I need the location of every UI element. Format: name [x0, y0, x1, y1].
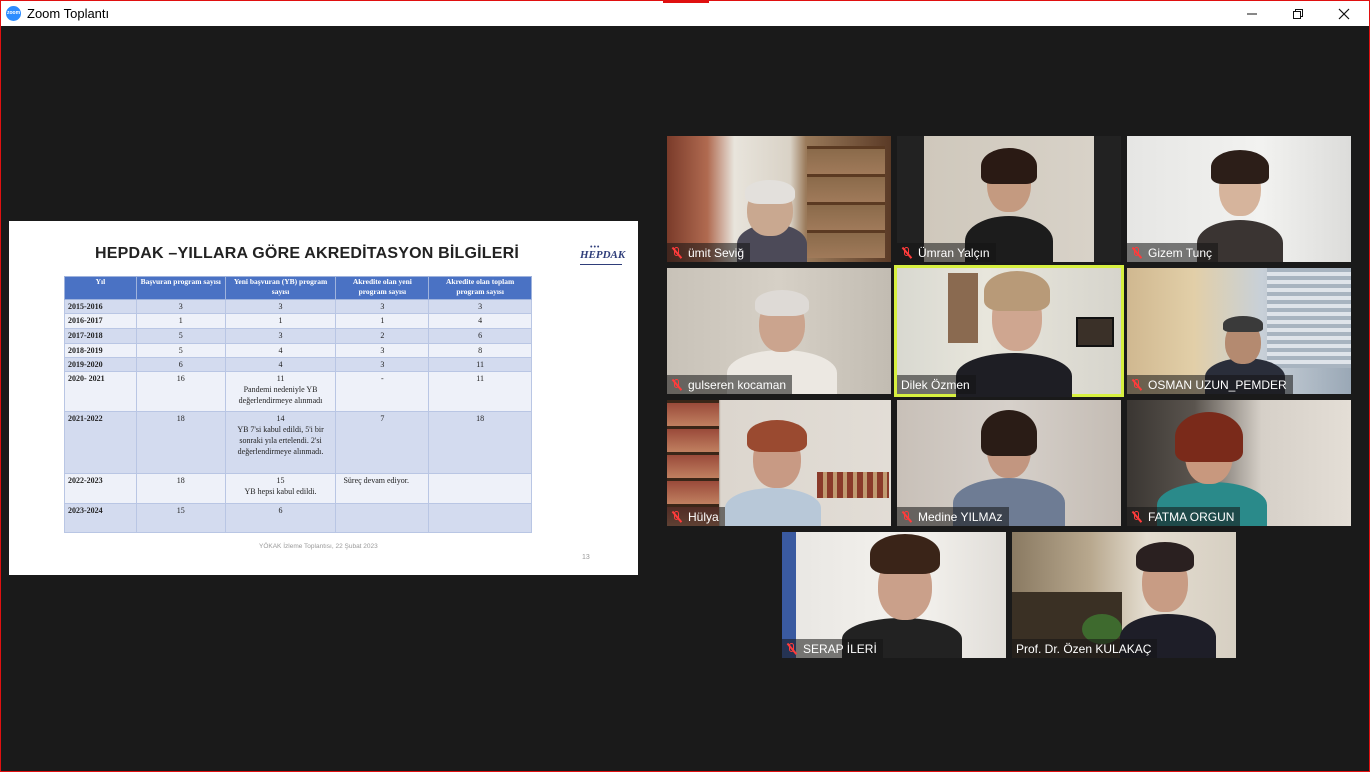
participant-tile[interactable]: SERAP İLERİ — [782, 532, 1006, 658]
column-header: Yıl — [64, 276, 137, 300]
muted-microphone-icon — [901, 246, 913, 259]
table-header-row: Yıl Başvuran program sayısı Yeni başvura… — [64, 276, 532, 300]
muted-microphone-icon — [671, 510, 683, 523]
muted-microphone-icon — [671, 246, 683, 259]
hepdak-logo: ••• HEPDAK — [580, 243, 625, 269]
muted-microphone-icon — [671, 378, 683, 391]
column-header: Yeni başvuran (YB) program sayısı — [224, 276, 337, 300]
participant-name-label: Ümran Yalçın — [897, 243, 996, 262]
table-row: 2022-2023 18 15 YB hepsi kabul edildi. S… — [64, 473, 532, 504]
column-header: Başvuran program sayısı — [135, 276, 226, 300]
close-button[interactable] — [1321, 1, 1367, 26]
participant-name-label: gulseren kocaman — [667, 375, 793, 394]
muted-microphone-icon — [901, 510, 913, 523]
table-row: 2023-2024 15 6 — [64, 503, 532, 533]
restore-icon — [1293, 8, 1303, 19]
participant-tile[interactable]: Prof. Dr. Özen KULAKAÇ — [1012, 532, 1236, 658]
participant-name-label: OSMAN UZUN_PEMDER — [1127, 375, 1293, 394]
restore-button[interactable] — [1275, 1, 1321, 26]
participant-name-label: Medine YILMAz — [897, 507, 1009, 526]
close-icon — [1338, 8, 1350, 19]
participant-name-label: FATMA ORGUN — [1127, 507, 1241, 526]
participant-name-label: Prof. Dr. Özen KULAKAÇ — [1012, 639, 1158, 658]
participant-tile[interactable]: OSMAN UZUN_PEMDER — [1127, 268, 1351, 394]
slide-page-number: 13 — [582, 554, 590, 561]
minimize-icon — [1247, 13, 1257, 14]
participant-name-label: Gizem Tunç — [1127, 243, 1219, 262]
column-header: Akredite olan toplam program sayısı — [428, 276, 532, 300]
table-row: 2019-2020 6 4 3 11 — [64, 357, 532, 372]
participant-tile[interactable]: FATMA ORGUN — [1127, 400, 1351, 526]
muted-microphone-icon — [1131, 246, 1143, 259]
table-row: 2020- 2021 16 11 Pandemi nedeniyle YB de… — [64, 371, 532, 412]
table-row: 2015-2016 3 3 3 3 — [64, 299, 532, 314]
title-bar: zoom Zoom Toplantı — [1, 1, 1369, 26]
participant-tile[interactable]: Ümran Yalçın — [897, 136, 1121, 262]
table-row: 2017-2018 5 3 2 6 — [64, 328, 532, 344]
participant-name-label: ümit Seviğ — [667, 243, 751, 262]
participant-tile[interactable]: Gizem Tunç — [1127, 136, 1351, 262]
window-title: Zoom Toplantı — [27, 6, 110, 21]
active-speaker-tile[interactable]: Dilek Özmen — [894, 265, 1124, 397]
table-row: 2016-2017 1 1 1 4 — [64, 313, 532, 329]
participant-tile[interactable]: Hülya — [667, 400, 891, 526]
column-header: Akredite olan yeni program sayısı — [335, 276, 430, 300]
zoom-icon: zoom — [6, 6, 21, 21]
participant-tile[interactable]: gulseren kocaman — [667, 268, 891, 394]
accreditation-table: Yıl Başvuran program sayısı Yeni başvura… — [64, 276, 532, 533]
muted-microphone-icon — [786, 642, 798, 655]
table-row: 2021-2022 18 14 YB 7'si kabul edildi, 5'… — [64, 411, 532, 474]
participant-name-label: SERAP İLERİ — [782, 639, 883, 658]
muted-microphone-icon — [1131, 510, 1143, 523]
slide-footer: YÖKAK İzleme Toplantısı, 22 Şubat 2023 — [259, 543, 378, 550]
participant-tile[interactable]: Medine YILMAz — [897, 400, 1121, 526]
shared-screen-slide[interactable]: HEPDAK –YILLARA GÖRE AKREDİTASYON BİLGİL… — [9, 221, 638, 575]
zoom-window: zoom Zoom Toplantı HEPDAK –YILLARA GÖRE … — [0, 0, 1370, 772]
participant-tile[interactable]: ümit Seviğ — [667, 136, 891, 262]
participant-name-label: Dilek Özmen — [897, 375, 976, 394]
title-bar-indicator — [663, 1, 709, 3]
participant-name-label: Hülya — [667, 507, 725, 526]
slide-title: HEPDAK –YILLARA GÖRE AKREDİTASYON BİLGİL… — [95, 245, 520, 262]
muted-microphone-icon — [1131, 378, 1143, 391]
table-row: 2018-2019 5 4 3 8 — [64, 343, 532, 358]
minimize-button[interactable] — [1229, 1, 1275, 26]
